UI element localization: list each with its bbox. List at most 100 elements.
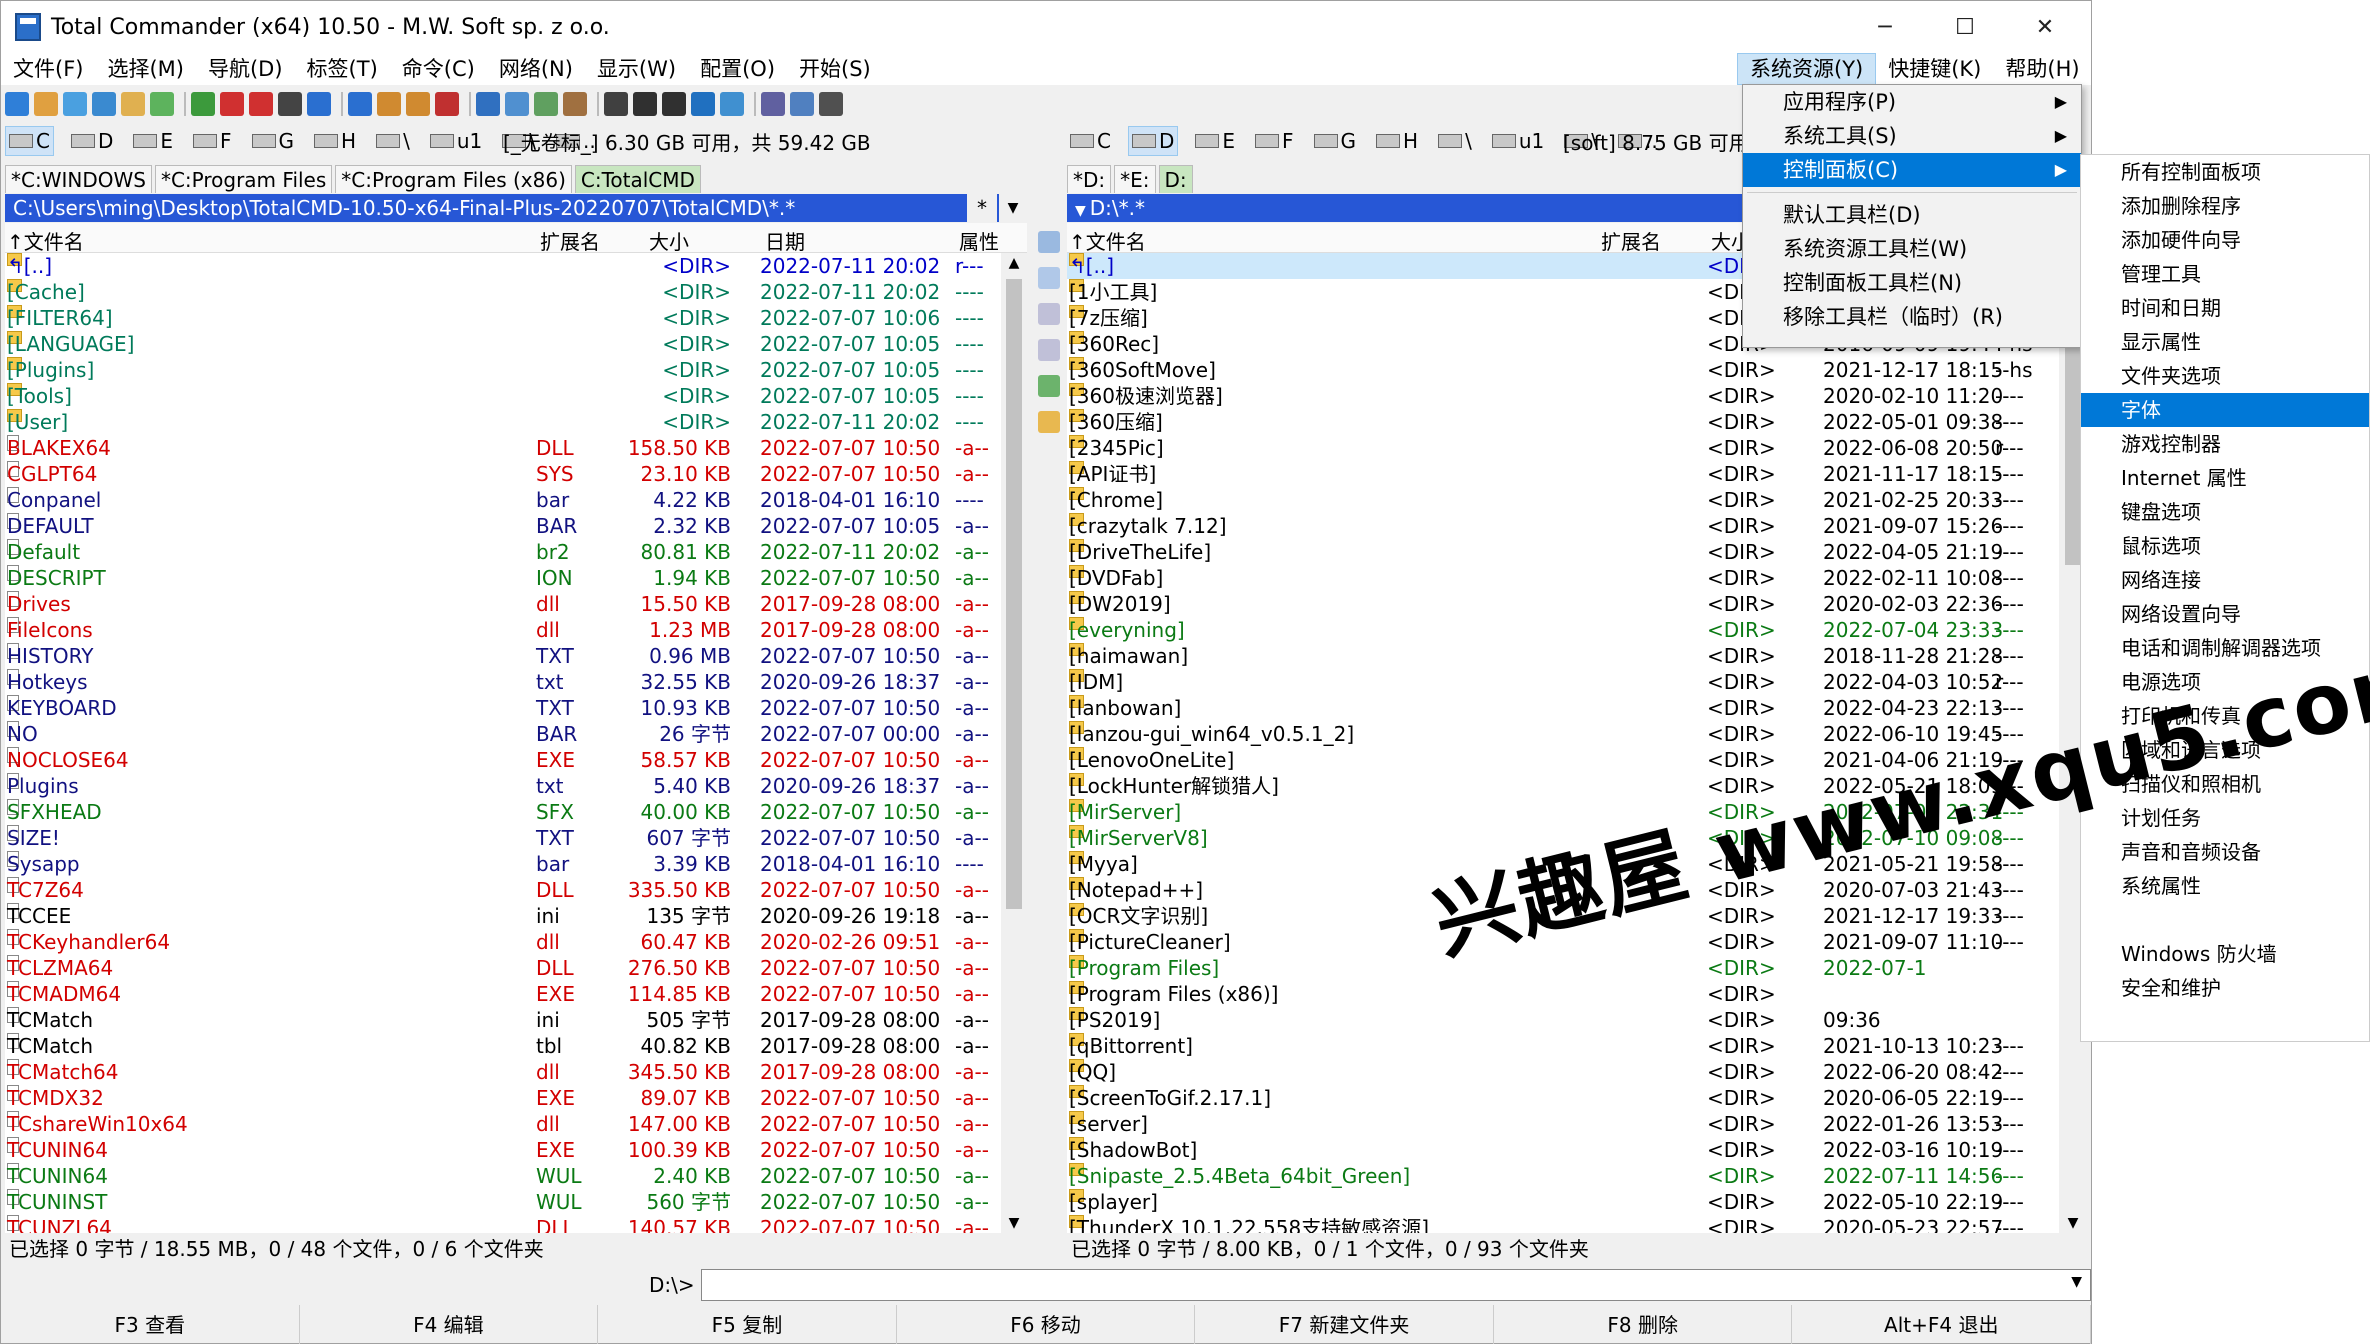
find-icon[interactable] (1038, 231, 1060, 253)
minimize-button[interactable]: ─ (1845, 1, 1925, 53)
toolbar-button-icon[interactable] (691, 92, 715, 116)
file-row[interactable]: Default br2 80.81 KB 2022-07-11 20:02 -a-- (5, 539, 1001, 565)
control-panel-item[interactable]: 键盘选项 (2081, 495, 2369, 529)
control-panel-item[interactable]: 系统属性 (2081, 869, 2369, 903)
menu-item[interactable]: 导航(D) (196, 53, 295, 85)
dropdown-menu-item[interactable]: 系统工具(S) ▶ (1743, 119, 2081, 153)
dropdown-menu-item[interactable]: 控制面板(C) ▶ (1743, 153, 2081, 187)
control-panel-item[interactable]: 安全和维护 (2081, 971, 2369, 1005)
function-key-button[interactable]: Alt+F4 退出 (1792, 1305, 2092, 1344)
file-row[interactable]: NO BAR 26 字节 2022-07-07 00:00 -a-- (5, 721, 1001, 747)
left-col-ext[interactable]: 扩展名 (540, 226, 600, 255)
drive-button[interactable]: E (130, 126, 176, 156)
file-row[interactable]: [IDM] <DIR> 2022-04-03 10:52 r--- (1067, 669, 2059, 695)
dropdown-menu-item[interactable]: 控制面板工具栏(N) (1743, 266, 2081, 300)
scroll-down-icon[interactable]: ▼ (2059, 1215, 2087, 1231)
toolbar-button-icon[interactable] (505, 92, 529, 116)
file-row[interactable]: [DVDFab] <DIR> 2022-02-11 10:08 ---- (1067, 565, 2059, 591)
toolbar-button-icon[interactable] (761, 92, 785, 116)
scroll-down-icon[interactable]: ▼ (1001, 1215, 1027, 1231)
drive-button[interactable]: C (5, 126, 54, 156)
right-col-ext[interactable]: 扩展名 (1601, 226, 1661, 255)
file-row[interactable]: [haimawan] <DIR> 2018-11-28 21:28 ---- (1067, 643, 2059, 669)
control-panel-item[interactable]: 声音和音频设备 (2081, 835, 2369, 869)
file-row[interactable]: TCUNIN64 WUL 2.40 KB 2022-07-07 10:50 -a-- (5, 1163, 1001, 1189)
toolbar-button-icon[interactable] (150, 92, 174, 116)
menu-item[interactable]: 开始(S) (787, 53, 883, 85)
file-row[interactable]: DEFAULT BAR 2.32 KB 2022-07-07 10:05 -a-- (5, 513, 1001, 539)
file-row[interactable]: TCMADM64 EXE 114.85 KB 2022-07-07 10:50 -a-- (5, 981, 1001, 1007)
file-row[interactable]: DESCRIPT ION 1.94 KB 2022-07-07 10:50 -a-- (5, 565, 1001, 591)
file-row[interactable]: [Chrome] <DIR> 2021-02-25 20:33 ---- (1067, 487, 2059, 513)
toolbar-button-icon[interactable] (604, 92, 628, 116)
function-key-button[interactable]: F8 删除 (1494, 1305, 1793, 1344)
newfolder-icon[interactable] (1038, 411, 1060, 433)
toolbar-button-icon[interactable] (191, 92, 215, 116)
file-row[interactable]: [360SoftMove] <DIR> 2021-12-17 18:15 --hs (1067, 357, 2059, 383)
file-row[interactable]: [crazytalk 7.12] <DIR> 2021-09-07 15:26 ---… (1067, 513, 2059, 539)
toolbar-button-icon[interactable] (92, 92, 116, 116)
toolbar-button-icon[interactable] (534, 92, 558, 116)
file-row[interactable]: TCMatch ini 505 字节 2017-09-28 08:00 -a-- (5, 1007, 1001, 1033)
left-scrollbar[interactable]: ▲ ▼ (1001, 253, 1027, 1233)
file-row[interactable]: [qBittorrent] <DIR> 2021-10-13 10:23 ---- (1067, 1033, 2059, 1059)
file-row[interactable]: [QQ] <DIR> 2022-06-20 08:42 ---- (1067, 1059, 2059, 1085)
close-button[interactable]: ✕ (2005, 1, 2085, 53)
command-input[interactable]: ▼ (701, 1269, 2091, 1301)
folder-tab[interactable]: *E: (1114, 165, 1156, 193)
menu-item[interactable]: 选择(M) (95, 53, 196, 85)
drive-button[interactable]: H (1373, 126, 1421, 156)
toolbar-button-icon[interactable] (121, 92, 145, 116)
file-row[interactable]: [360极速浏览器] <DIR> 2020-02-10 11:20 ---- (1067, 383, 2059, 409)
file-row[interactable]: [DW2019] <DIR> 2020-02-03 22:36 ---- (1067, 591, 2059, 617)
file-row[interactable]: TCshareWin10x64 dll 147.00 KB 2022-07-07 10… (5, 1111, 1001, 1137)
file-row[interactable]: [DriveTheLife] <DIR> 2022-04-05 21:19 ---- (1067, 539, 2059, 565)
toolbar-button-icon[interactable] (220, 92, 244, 116)
toolbar-button-icon[interactable] (5, 92, 29, 116)
file-row[interactable]: [PS2019] <DIR> 09:36 (1067, 1007, 2059, 1033)
toolbar-button-icon[interactable] (476, 92, 500, 116)
drive-button[interactable]: u1 (427, 126, 485, 156)
file-row[interactable]: Sysapp bar 3.39 KB 2018-04-01 16:10 ---- (5, 851, 1001, 877)
toolbar-button-icon[interactable] (633, 92, 657, 116)
control-panel-item[interactable]: 所有控制面板项 (2081, 155, 2369, 189)
folder-tab[interactable]: *C:Program Files (154, 165, 333, 193)
toolbar-button-icon[interactable] (819, 92, 843, 116)
file-row[interactable]: [ScreenToGif.2.17.1] <DIR> 2020-06-05 22:1… (1067, 1085, 2059, 1111)
folder-tab[interactable]: C:TotalCMD (574, 165, 701, 193)
toolbar-button-icon[interactable] (34, 92, 58, 116)
drive-button[interactable]: F (1252, 126, 1297, 156)
control-panel-item[interactable]: 时间和日期 (2081, 291, 2369, 325)
drive-button[interactable]: G (249, 126, 298, 156)
left-path-bar[interactable]: C:\Users\ming\Desktop\TotalCMD-10.50-x64… (5, 194, 1027, 222)
control-panel-item[interactable]: 添加硬件向导 (2081, 223, 2369, 257)
file-row[interactable]: [LANGUAGE] <DIR> 2022-07-07 10:05 ---- (5, 331, 1001, 357)
toolbar-button-icon[interactable] (348, 92, 372, 116)
toolbar-button-icon[interactable] (563, 92, 587, 116)
toolbar-button-icon[interactable] (406, 92, 430, 116)
control-panel-item[interactable]: 添加删除程序 (2081, 189, 2369, 223)
edit-icon[interactable] (1038, 267, 1060, 289)
drive-button[interactable]: \ (1435, 126, 1475, 156)
function-key-button[interactable]: F4 编辑 (300, 1305, 599, 1344)
file-row[interactable]: SFXHEAD SFX 40.00 KB 2022-07-07 10:50 -a-- (5, 799, 1001, 825)
dropdown-menu-item[interactable]: 默认工具栏(D) (1743, 198, 2081, 232)
file-row[interactable]: [Cache] <DIR> 2022-07-11 20:02 ---- (5, 279, 1001, 305)
pack-icon[interactable] (1038, 375, 1060, 397)
folder-tab[interactable]: D: (1158, 165, 1193, 193)
file-row[interactable]: TCUNZL64 DLL 140.57 KB 2022-07-07 10:50 -a-- (5, 1215, 1001, 1233)
drive-button[interactable]: C (1067, 126, 1114, 156)
toolbar-button-icon[interactable] (662, 92, 686, 116)
drive-button[interactable]: D (1127, 126, 1179, 156)
file-row[interactable]: [splayer] <DIR> 2022-05-10 22:19 ---- (1067, 1189, 2059, 1215)
file-row[interactable]: NOCLOSE64 EXE 58.57 KB 2022-07-07 10:50 -a-- (5, 747, 1001, 773)
file-row[interactable]: TCUNINST WUL 560 字节 2022-07-07 10:50 -a-- (5, 1189, 1001, 1215)
control-panel-item[interactable]: 字体 (2081, 393, 2369, 427)
toolbar-button-icon[interactable] (720, 92, 744, 116)
control-panel-item[interactable]: 管理工具 (2081, 257, 2369, 291)
file-row[interactable]: [Tools] <DIR> 2022-07-07 10:05 ---- (5, 383, 1001, 409)
file-row[interactable]: TCCEE ini 135 字节 2020-09-26 19:18 -a-- (5, 903, 1001, 929)
menu-item[interactable]: 帮助(H) (1993, 53, 2091, 85)
control-panel-item[interactable]: 显示属性 (2081, 325, 2369, 359)
file-row[interactable]: BLAKEX64 DLL 158.50 KB 2022-07-07 10:50 -a-- (5, 435, 1001, 461)
